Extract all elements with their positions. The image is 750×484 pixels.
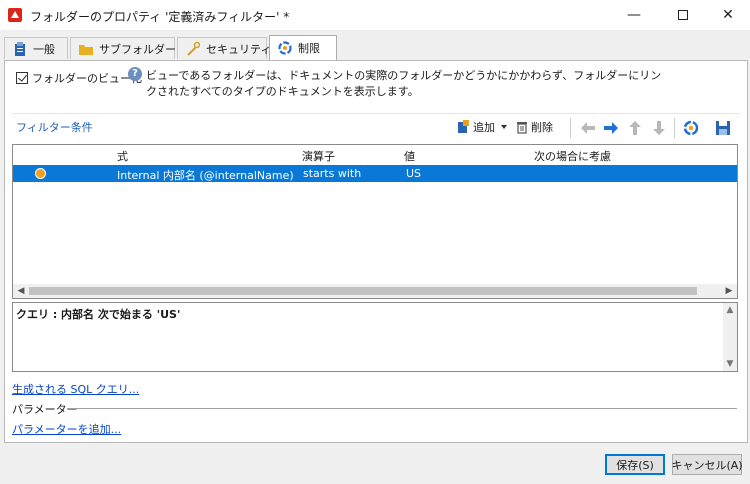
generated-sql-link[interactable]: 生成される SQL クエリ... <box>12 381 139 397</box>
tab-general-label: 一般 <box>33 42 55 56</box>
tab-security-label: セキュリティ <box>206 42 272 56</box>
query-text: クエリ : 内部名 次で始まる 'US' <box>16 308 181 321</box>
close-button[interactable]: ✕ <box>705 0 750 30</box>
restriction-icon <box>278 41 292 55</box>
toolbar-separator <box>570 118 571 138</box>
table-row[interactable]: Internal 内部名 (@internalName) starts with… <box>13 165 737 182</box>
delete-label: 削除 <box>531 121 553 134</box>
save-icon[interactable] <box>715 120 731 136</box>
minimize-button[interactable]: — <box>611 0 657 30</box>
add-icon <box>458 120 469 133</box>
folder-view-label: フォルダーのビュー化 <box>32 72 142 85</box>
condition-status-icon <box>35 168 46 179</box>
column-header-condition[interactable]: 次の場合に考慮 <box>534 148 611 164</box>
checkbox-box[interactable] <box>16 72 28 84</box>
divider <box>12 113 740 114</box>
view-description: ビューであるフォルダーは、ドキュメントの実際のフォルダーかどうかにかかわらず、フ… <box>146 69 662 98</box>
save-button[interactable]: 保存(S) <box>605 454 665 475</box>
scroll-left-icon[interactable]: ◀ <box>13 284 29 298</box>
column-header-operator[interactable]: 演算子 <box>302 148 335 164</box>
chevron-down-icon <box>501 125 507 129</box>
key-icon <box>187 41 200 56</box>
delete-button[interactable]: 削除 <box>516 119 553 135</box>
clipboard-icon <box>15 41 25 56</box>
tab-restriction[interactable]: 制限 <box>269 35 337 60</box>
folder-icon <box>79 44 93 55</box>
column-header-expression[interactable]: 式 <box>117 148 128 164</box>
app-logo-icon <box>8 8 22 22</box>
scroll-thumb[interactable] <box>29 287 697 295</box>
toolbar-separator <box>674 118 675 138</box>
refresh-icon[interactable] <box>683 120 699 136</box>
tab-general[interactable]: 一般 <box>4 37 68 59</box>
arrow-right-icon[interactable] <box>603 120 619 136</box>
title-bar: フォルダーのプロパティ '定義済みフィルター' * — ✕ <box>0 0 750 30</box>
tab-subfolders[interactable]: サブフォルダー <box>70 37 176 59</box>
window-title: フォルダーのプロパティ '定義済みフィルター' * <box>30 10 290 24</box>
query-box[interactable]: クエリ : 内部名 次で始まる 'US' ▲ ▼ <box>12 302 738 372</box>
column-header-value[interactable]: 値 <box>404 148 415 164</box>
add-parameter-link[interactable]: パラメーターを追加... <box>12 421 121 437</box>
divider <box>67 408 737 409</box>
trash-icon <box>517 122 527 134</box>
add-label: 追加 <box>473 121 495 134</box>
tab-strip: 一般 サブフォルダー セキュリティ 制限 <box>0 35 750 60</box>
parameters-label: パラメーター <box>12 403 78 416</box>
cancel-button[interactable]: キャンセル(A) <box>671 454 743 475</box>
arrow-left-icon[interactable] <box>580 120 596 136</box>
horizontal-scrollbar[interactable]: ◀ ▶ <box>13 284 737 298</box>
arrow-up-icon[interactable] <box>627 120 643 136</box>
cell-expression: Internal 内部名 (@internalName) <box>117 169 294 182</box>
scroll-right-icon[interactable]: ▶ <box>721 284 737 298</box>
filter-grid[interactable]: 式 演算子 値 次の場合に考慮 Internal 内部名 (@internalN… <box>12 144 738 299</box>
filter-conditions-label: フィルター条件 <box>16 121 93 134</box>
maximize-button[interactable] <box>660 0 706 30</box>
help-icon: ? <box>128 67 142 81</box>
scroll-up-icon[interactable]: ▲ <box>723 303 737 317</box>
tab-security[interactable]: セキュリティ <box>177 37 271 59</box>
scroll-down-icon[interactable]: ▼ <box>723 357 737 371</box>
vertical-scrollbar[interactable]: ▲ ▼ <box>723 303 737 371</box>
tab-subfolders-label: サブフォルダー <box>99 42 176 56</box>
add-button[interactable]: 追加 <box>458 119 507 135</box>
tab-restriction-label: 制限 <box>298 42 320 55</box>
arrow-down-icon[interactable] <box>651 120 667 136</box>
folder-view-checkbox[interactable]: フォルダーのビュー化 <box>16 70 142 86</box>
cell-value: US <box>406 167 422 180</box>
cell-operator: starts with <box>303 167 362 180</box>
maximize-icon <box>678 10 688 20</box>
